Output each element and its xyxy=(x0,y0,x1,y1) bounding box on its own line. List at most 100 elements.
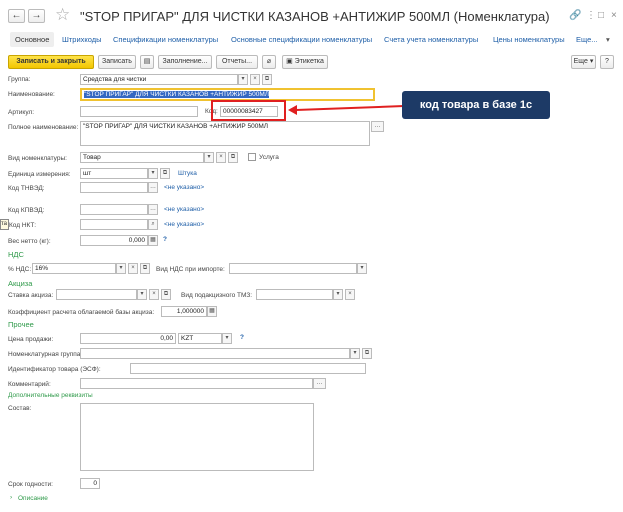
kind-clear-icon[interactable]: × xyxy=(216,152,226,163)
fullname-field[interactable]: "STOP ПРИГАР" ДЛЯ ЧИСТКИ КАЗАНОВ +АНТИЖИ… xyxy=(80,121,370,146)
group-open-icon[interactable]: ⧉ xyxy=(262,74,272,85)
kind-open-icon[interactable]: ⧉ xyxy=(228,152,238,163)
annotation-arrow-icon xyxy=(288,105,404,115)
excise-coef-calculator-icon[interactable]: ▦ xyxy=(207,306,217,317)
tnved-field[interactable] xyxy=(80,182,148,193)
comment-edit-icon[interactable]: … xyxy=(313,378,326,389)
more-button[interactable]: Еще ▾ xyxy=(571,55,596,69)
help-question-icon[interactable]: ? xyxy=(163,236,167,243)
back-button[interactable]: ← xyxy=(8,9,25,23)
forward-button[interactable]: → xyxy=(28,9,45,23)
search-icon[interactable]: ⌕ xyxy=(148,219,158,230)
nds-dropdown-icon[interactable]: ▾ xyxy=(116,263,126,274)
excise-kind-dropdown-icon[interactable]: ▾ xyxy=(333,289,343,300)
currency-dropdown-icon[interactable]: ▾ xyxy=(222,333,232,344)
excise-rate-field[interactable] xyxy=(56,289,137,300)
calculator-icon[interactable]: ▦ xyxy=(148,235,158,246)
excise-rate-clear-icon[interactable]: × xyxy=(149,289,159,300)
nds-import-field[interactable] xyxy=(229,263,357,274)
nds-import-label: Вид НДС при импорте: xyxy=(156,266,225,273)
service-checkbox[interactable] xyxy=(248,153,256,161)
excise-rate-dropdown-icon[interactable]: ▾ xyxy=(137,289,147,300)
tnved-not-specified-link[interactable]: <не указано> xyxy=(164,184,204,191)
maximize-icon[interactable]: □ xyxy=(598,10,604,21)
toolbar: Записать и закрыть Записать ▤ Заполнение… xyxy=(0,55,623,71)
unit-label: Единица измерения: xyxy=(8,171,71,178)
fullname-edit-icon[interactable]: … xyxy=(371,121,384,132)
tnved-select-icon[interactable]: … xyxy=(148,182,158,193)
unit-open-icon[interactable]: ⧉ xyxy=(160,168,170,179)
article-field[interactable] xyxy=(80,106,198,117)
help-button[interactable]: ? xyxy=(600,55,614,69)
service-label: Услуга xyxy=(259,154,279,161)
unit-link[interactable]: Штука xyxy=(178,170,197,177)
price-label: Цена продажи: xyxy=(8,336,54,343)
group-field[interactable]: Средства для чистки xyxy=(80,74,238,85)
tab-barcodes[interactable]: Штрихкоды xyxy=(62,35,102,44)
close-icon[interactable]: × xyxy=(611,10,617,21)
nom-group-open-icon[interactable]: ⧉ xyxy=(362,348,372,359)
esf-field[interactable] xyxy=(130,363,366,374)
tab-main[interactable]: Основное xyxy=(10,32,55,47)
currency-field[interactable]: KZT xyxy=(178,333,222,344)
nkt-field[interactable] xyxy=(80,219,148,230)
title-bar: ← → ☆ "STOP ПРИГАР" ДЛЯ ЧИСТКИ КАЗАНОВ +… xyxy=(0,0,623,32)
menu-dots-icon[interactable]: ⋮ xyxy=(586,10,596,21)
kind-field[interactable]: Товар xyxy=(80,152,204,163)
nds-open-icon[interactable]: ⧉ xyxy=(140,263,150,274)
reports-button[interactable]: Отчеты... xyxy=(216,55,258,69)
excise-kind-clear-icon[interactable]: × xyxy=(345,289,355,300)
tab-main-specifications[interactable]: Основные спецификации номенклатуры xyxy=(231,35,372,44)
favorite-star-icon[interactable]: ☆ xyxy=(55,5,70,25)
annotation-callout: код товара в базе 1с xyxy=(402,91,550,119)
nom-group-dropdown-icon[interactable]: ▾ xyxy=(350,348,360,359)
klved-select-icon[interactable]: … xyxy=(148,204,158,215)
save-close-button[interactable]: Записать и закрыть xyxy=(8,55,94,69)
nom-group-label: Номенклатурная группа: xyxy=(8,351,83,358)
price-help-question-icon[interactable]: ? xyxy=(240,334,244,341)
excise-kind-field[interactable] xyxy=(256,289,333,300)
klved-label: Код КПВЭД: xyxy=(8,207,45,214)
nds-section-title: НДС xyxy=(8,250,24,259)
tab-more[interactable]: Еще... xyxy=(576,35,598,44)
nom-group-field[interactable] xyxy=(80,348,350,359)
description-link[interactable]: Описание xyxy=(18,495,48,502)
group-clear-icon[interactable]: × xyxy=(250,74,260,85)
nds-import-dropdown-icon[interactable]: ▾ xyxy=(357,263,367,274)
excise-coef-field[interactable]: 1,000000 xyxy=(161,306,207,317)
tabs-more-chevron-icon[interactable]: ▾ xyxy=(606,35,610,44)
left-fragment: та xyxy=(0,219,9,230)
save-button[interactable]: Записать xyxy=(98,55,136,69)
link-icon[interactable]: 🔗 xyxy=(569,10,581,21)
price-field[interactable]: 0,00 xyxy=(80,333,176,344)
document-icon[interactable]: ▤ xyxy=(140,55,154,69)
shelf-field[interactable]: 0 xyxy=(80,478,100,489)
composition-label: Состав: xyxy=(8,405,32,412)
nkt-not-specified-link[interactable]: <не указано> xyxy=(164,221,204,228)
name-value: "STOP ПРИГАР" ДЛЯ ЧИСТКИ КАЗАНОВ +АНТИЖИ… xyxy=(84,91,270,98)
tab-accounts[interactable]: Счета учета номенклатуры xyxy=(384,35,478,44)
nds-field[interactable]: 16% xyxy=(32,263,116,274)
klved-not-specified-link[interactable]: <не указано> xyxy=(164,206,204,213)
fill-button[interactable]: Заполнение... xyxy=(158,55,212,69)
tab-bar: Основное Штрихкоды Спецификации номенкла… xyxy=(0,32,623,49)
nds-clear-icon[interactable]: × xyxy=(128,263,138,274)
unit-dropdown-icon[interactable]: ▾ xyxy=(148,168,158,179)
klved-field[interactable] xyxy=(80,204,148,215)
composition-field[interactable] xyxy=(80,403,314,471)
comment-field[interactable] xyxy=(80,378,313,389)
fullname-label: Полное наименование: xyxy=(8,124,79,131)
weight-field[interactable]: 0,000 xyxy=(80,235,148,246)
unit-field[interactable]: шт xyxy=(80,168,148,179)
print-label-button[interactable]: ▣ Этикетка xyxy=(282,55,328,69)
description-chevron-icon[interactable]: › xyxy=(10,494,12,501)
kind-dropdown-icon[interactable]: ▾ xyxy=(204,152,214,163)
attachment-icon[interactable]: ⌀ xyxy=(262,55,276,69)
excise-kind-label: Вид подакцизного ТМЗ: xyxy=(181,292,253,299)
window-title: "STOP ПРИГАР" ДЛЯ ЧИСТКИ КАЗАНОВ +АНТИЖИ… xyxy=(80,9,550,24)
tab-specifications[interactable]: Спецификации номенклатуры xyxy=(113,35,218,44)
extra-section-title: Дополнительные реквизиты xyxy=(8,392,93,399)
tab-prices[interactable]: Цены номенклатуры xyxy=(493,35,565,44)
group-dropdown-icon[interactable]: ▾ xyxy=(238,74,248,85)
excise-rate-open-icon[interactable]: ⧉ xyxy=(161,289,171,300)
